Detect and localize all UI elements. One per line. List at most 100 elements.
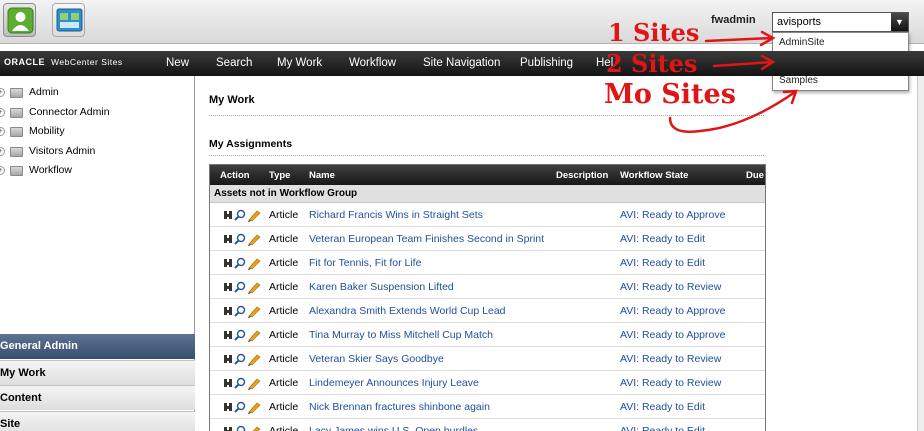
tree-item-label: Visitors Admin	[29, 145, 96, 157]
table-row[interactable]: Article Veteran European Team Finishes Se…	[210, 227, 765, 251]
col-action[interactable]: Action	[220, 170, 250, 181]
table-row[interactable]: Article Alexandra Smith Extends World Cup…	[210, 299, 765, 323]
nav-publishing[interactable]: Publishing	[520, 57, 573, 69]
row-workflow-state-link[interactable]: AVI: Ready to Approve	[620, 209, 725, 221]
row-workflow-state-link[interactable]: AVI: Ready to Edit	[620, 257, 705, 269]
row-type: Article	[269, 209, 299, 221]
row-name-link[interactable]: Fit for Tennis, Fit for Life	[309, 257, 421, 269]
col-workflow-state[interactable]: Workflow State	[620, 170, 688, 181]
tree-item-label: Mobility	[29, 125, 65, 137]
site-select[interactable]: avisports ▼	[772, 12, 909, 32]
table-row[interactable]: Article Fit for Tennis, Fit for Life AVI: …	[210, 251, 765, 275]
expand-icon[interactable]: +	[0, 147, 5, 156]
table-row[interactable]: Article Lacy James wins U.S. Open hurdles…	[210, 419, 765, 431]
row-type: Article	[269, 233, 299, 245]
oracle-logo: ORACLE WebCenter Sites	[4, 57, 123, 67]
row-name-link[interactable]: Lindemeyer Announces Injury Leave	[309, 377, 479, 389]
table-row[interactable]: Article Tina Murray to Miss Mitchell Cup …	[210, 323, 765, 347]
tree-item-workflow[interactable]: + Workflow	[0, 164, 195, 180]
row-type: Article	[269, 329, 299, 341]
accordion-site[interactable]: Site	[0, 411, 195, 431]
row-workflow-state-link[interactable]: AVI: Ready to Edit	[620, 401, 705, 413]
section-title: My Assignments	[209, 138, 293, 150]
accordion-content[interactable]: Content	[0, 385, 195, 410]
col-type[interactable]: Type	[269, 170, 290, 181]
row-workflow-state-link[interactable]: AVI: Ready to Review	[620, 353, 721, 365]
row-name-link[interactable]: Tina Murray to Miss Mitchell Cup Match	[309, 329, 493, 341]
logo-text: ORACLE	[4, 57, 45, 67]
inspect-icon	[224, 331, 232, 339]
folder-icon	[10, 127, 23, 137]
row-action-icons[interactable]	[223, 304, 263, 318]
row-workflow-state-link[interactable]: AVI: Ready to Review	[620, 281, 721, 293]
row-workflow-state-link[interactable]: AVI: Ready to Approve	[620, 305, 725, 317]
row-name-link[interactable]: Karen Baker Suspension Lifted	[309, 281, 454, 293]
row-type: Article	[269, 257, 299, 269]
nav-help[interactable]: Hel	[596, 57, 613, 69]
row-workflow-state-link[interactable]: AVI: Ready to Approve	[620, 329, 725, 341]
row-action-icons[interactable]	[223, 256, 263, 270]
main-content: My Work My Assignments Action Type Name …	[197, 76, 924, 431]
inspect-icon	[224, 235, 232, 243]
row-name-link[interactable]: Lacy James wins U.S. Open hurdles	[309, 425, 478, 431]
expand-icon[interactable]: +	[0, 88, 5, 97]
col-description[interactable]: Description	[556, 170, 608, 181]
vertical-scrollbar[interactable]	[917, 76, 924, 431]
row-type: Article	[269, 281, 299, 293]
expand-icon[interactable]: +	[0, 166, 5, 175]
tree-item-label: Workflow	[29, 164, 72, 176]
row-action-icons[interactable]	[223, 400, 263, 414]
tree-item-visitors-admin[interactable]: + Visitors Admin	[0, 145, 195, 161]
inspect-icon	[224, 211, 232, 219]
chevron-down-icon[interactable]: ▼	[891, 13, 908, 31]
tree-item-mobility[interactable]: + Mobility	[0, 125, 195, 141]
table-row[interactable]: Article Lindemeyer Announces Injury Leave…	[210, 371, 765, 395]
divider	[209, 155, 764, 156]
folder-icon	[10, 147, 23, 157]
expand-icon[interactable]: +	[0, 108, 5, 117]
tree-item-admin[interactable]: + Admin	[0, 86, 195, 102]
col-due[interactable]: Due	[746, 170, 764, 181]
table-row[interactable]: Article Karen Baker Suspension Lifted AVI:…	[210, 275, 765, 299]
row-action-icons[interactable]	[223, 208, 263, 222]
expand-icon[interactable]: +	[0, 127, 5, 136]
contributor-app-button[interactable]	[3, 3, 36, 37]
tree-item-connector-admin[interactable]: + Connector Admin	[0, 106, 195, 122]
nav-site-navigation[interactable]: Site Navigation	[423, 57, 500, 69]
col-name[interactable]: Name	[309, 170, 335, 181]
table-row[interactable]: Article Veteran Skier Says Goodbye AVI: Re…	[210, 347, 765, 371]
row-action-icons[interactable]	[223, 352, 263, 366]
admin-app-button[interactable]	[52, 3, 85, 37]
inspect-icon	[224, 283, 232, 291]
accordion-general-admin[interactable]: General Admin	[0, 334, 195, 359]
row-action-icons[interactable]	[223, 376, 263, 390]
nav-my-work[interactable]: My Work	[277, 57, 322, 69]
row-name-link[interactable]: Veteran Skier Says Goodbye	[309, 353, 444, 365]
current-user: fwadmin	[711, 14, 756, 26]
nav-search[interactable]: Search	[216, 57, 252, 69]
row-action-icons[interactable]	[223, 280, 263, 294]
row-workflow-state-link[interactable]: AVI: Ready to Review	[620, 377, 721, 389]
site-option[interactable]: AdminSite	[773, 33, 908, 52]
nav-new[interactable]: New	[166, 57, 189, 69]
row-action-icons[interactable]	[223, 232, 263, 246]
table-row[interactable]: Article Richard Francis Wins in Straight …	[210, 203, 765, 227]
nav-workflow[interactable]: Workflow	[349, 57, 396, 69]
folder-icon	[10, 108, 23, 118]
dashboard-icon	[56, 8, 83, 32]
page-title: My Work	[209, 94, 255, 106]
row-workflow-state-link[interactable]: AVI: Ready to Edit	[620, 233, 705, 245]
table-row[interactable]: Article Nick Brennan fractures shinbone a…	[210, 395, 765, 419]
accordion-my-work[interactable]: My Work	[0, 360, 195, 385]
tree-item-label: Connector Admin	[29, 106, 110, 118]
row-name-link[interactable]: Alexandra Smith Extends World Cup Lead	[309, 305, 506, 317]
table-header: Action Type Name Description Workflow St…	[210, 165, 765, 185]
row-workflow-state-link[interactable]: AVI: Ready to Edit	[620, 425, 705, 431]
row-action-icons[interactable]	[223, 328, 263, 342]
row-action-icons[interactable]	[223, 424, 263, 431]
inspect-icon	[224, 403, 232, 411]
row-name-link[interactable]: Veteran European Team Finishes Second in…	[309, 233, 544, 245]
row-name-link[interactable]: Richard Francis Wins in Straight Sets	[309, 209, 483, 221]
row-name-link[interactable]: Nick Brennan fractures shinbone again	[309, 401, 490, 413]
tree-item-label: Admin	[29, 86, 59, 98]
